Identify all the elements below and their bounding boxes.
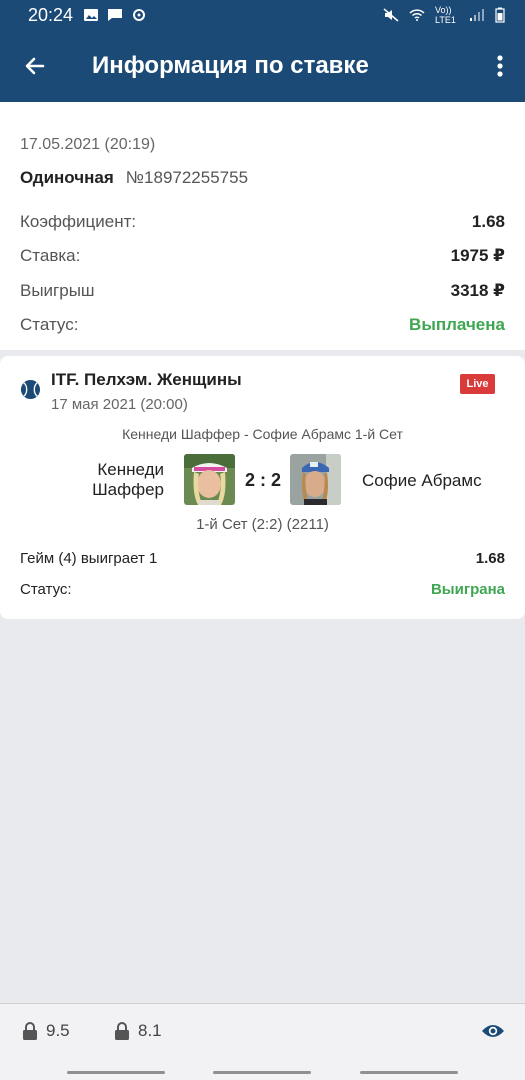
outcome-coefficient: 1.68 [475,550,505,567]
network-label: Vo)) LTE1 [435,5,456,25]
live-badge: Live [460,374,495,394]
bet-type: Одиночная [20,168,114,187]
status-row: Статус: Выплачена [20,315,505,335]
back-button[interactable] [0,30,70,102]
left-indicator[interactable]: 9.5 [22,1021,70,1041]
event-status-value: Выиграна [430,581,505,598]
player2-name: Софие Абрамс [362,471,482,490]
status-label: Статус: [20,315,79,334]
app-bar: Информация по ставке [0,30,525,102]
tournament-name: ITF. Пелхэм. Женщины [51,370,242,389]
wifi-icon [409,9,425,21]
winnings-label: Выигрыш [20,281,95,300]
event-date: 17 мая 2021 (20:00) [51,396,188,413]
more-vert-icon [497,55,503,77]
winnings-value: 3318 ₽ [450,281,505,300]
signal-icon [470,9,484,21]
player1-last-name: Шаффер [92,480,164,499]
winnings-row: Выигрыш 3318 ₽ [20,281,505,301]
right-indicator[interactable]: 8.1 [114,1021,162,1041]
player2-avatar [290,454,341,505]
set-info: 1-й Сет (2:2) (2211) [196,516,329,533]
stake-row: Ставка: 1975 ₽ [20,246,505,266]
player1-first-name: Кеннеди [97,460,164,479]
event-status-label: Статус: [20,581,72,598]
right-indicator-value: 8.1 [138,1021,162,1040]
battery-icon [495,7,505,23]
left-indicator-value: 9.5 [46,1021,70,1040]
coefficient-value: 1.68 [471,212,505,231]
nav-pill-left [67,1071,165,1074]
more-button[interactable] [475,30,525,102]
bet-summary-card: 17.05.2021 (20:19) Одиночная №1897225575… [0,102,525,350]
coefficient-row: Коэффициент: 1.68 [20,212,505,232]
coefficient-label: Коэффициент: [20,212,137,231]
message-icon [108,9,123,21]
event-card[interactable]: ITF. Пелхэм. Женщины 17 мая 2021 (20:00)… [0,356,525,619]
bet-type-row: Одиночная №18972255755 [20,168,248,188]
nav-pill-center [213,1071,311,1074]
bet-number: №18972255755 [125,168,249,187]
lock-icon [23,1022,37,1040]
stake-label: Ставка: [20,246,81,265]
mute-icon [383,8,399,22]
status-time: 20:24 [28,4,74,25]
bet-date: 17.05.2021 (20:19) [20,136,156,153]
arrow-left-icon [25,57,45,75]
bottom-bar: 9.5 8.1 [0,1003,525,1080]
gallery-icon [84,9,99,21]
status-bar: 20:24 Vo)) LTE1 [0,0,525,30]
music-icon [133,9,146,21]
eye-icon [482,1025,504,1037]
lock-icon [115,1022,129,1040]
tennis-ball-icon [20,379,41,400]
player1-avatar [184,454,235,505]
status-value: Выплачена [409,315,505,334]
match-name: Кеннеди Шаффер - Софие Абрамс 1-й Сет [122,426,403,442]
outcome-label: Гейм (4) выиграет 1 [20,550,158,567]
player1-name: Кеннеди Шаффер [60,460,164,500]
nav-pill-right [360,1071,458,1074]
visibility-button[interactable] [481,1022,505,1045]
match-score: 2 : 2 [244,470,282,490]
stake-value: 1975 ₽ [450,246,505,265]
page-title: Информация по ставке [92,52,369,79]
